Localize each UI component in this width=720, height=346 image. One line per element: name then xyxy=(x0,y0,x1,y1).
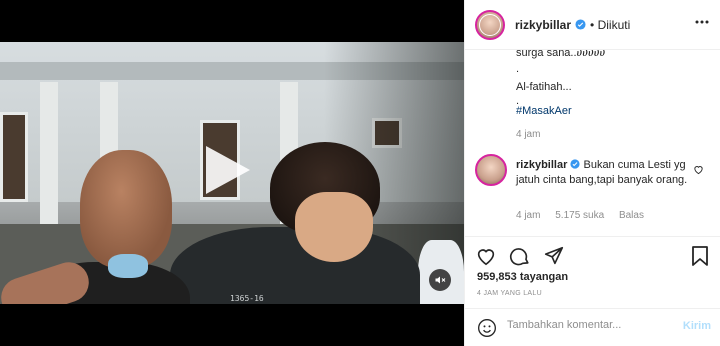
instagram-post-view: 1365-16 the old dreams had to be in the … xyxy=(0,0,720,346)
more-options-icon[interactable] xyxy=(695,20,709,24)
post-timestamp[interactable]: 4 JAM YANG LALU xyxy=(477,290,542,297)
comments-list: surga sana..ሀሀሀሀሀ . Al-fatihah... . #Mas… xyxy=(465,50,720,236)
post-actions: 959,853 tayangan 4 JAM YANG LALU xyxy=(465,236,720,308)
comment-like-icon[interactable] xyxy=(693,164,704,175)
shirt-print: 1365-16 the old dreams had to be in the … xyxy=(230,294,297,304)
comment-composer: Kirim xyxy=(465,308,720,346)
mute-icon[interactable] xyxy=(429,269,451,291)
emoji-icon[interactable] xyxy=(477,318,497,338)
post-header: rizkybillar • Diikuti xyxy=(465,0,720,50)
comment-meta: 4 jam 5.175 suka Balas xyxy=(516,210,656,221)
follow-status[interactable]: • Diikuti xyxy=(590,18,630,32)
comment-body: rizkybillar Bukan cuma Lesti yg jatuh ci… xyxy=(516,158,696,188)
comment-username[interactable]: rizkybillar xyxy=(516,159,567,171)
share-icon[interactable] xyxy=(543,245,565,267)
hashtag-link[interactable]: #MasakAer xyxy=(516,105,572,117)
video-player[interactable]: 1365-16 the old dreams had to be in the … xyxy=(0,0,464,346)
send-button[interactable]: Kirim xyxy=(683,320,711,332)
comment-likes[interactable]: 5.175 suka xyxy=(555,210,604,221)
caption-line: Al-fatihah... xyxy=(516,81,572,93)
play-icon[interactable] xyxy=(206,146,250,194)
reply-button[interactable]: Balas xyxy=(619,210,644,221)
like-icon[interactable] xyxy=(475,245,497,267)
bookmark-icon[interactable] xyxy=(691,245,709,267)
post-panel: rizkybillar • Diikuti surga sana..ሀሀሀሀሀ … xyxy=(464,0,720,346)
comment-icon[interactable] xyxy=(509,245,531,267)
man-right xyxy=(170,227,420,304)
verified-icon xyxy=(570,159,581,169)
comment-avatar[interactable] xyxy=(475,154,507,186)
verified-icon xyxy=(575,19,586,30)
caption-time[interactable]: 4 jam xyxy=(516,129,540,140)
caption-line: surga sana..ሀሀሀሀሀ xyxy=(516,50,606,59)
face-mask xyxy=(108,254,148,278)
username-link[interactable]: rizkybillar xyxy=(515,18,571,32)
comment-time[interactable]: 4 jam xyxy=(516,210,540,221)
comment-input[interactable] xyxy=(507,319,677,331)
avatar[interactable] xyxy=(475,9,505,40)
caption-line: . xyxy=(516,63,520,75)
view-count[interactable]: 959,853 tayangan xyxy=(477,271,568,283)
